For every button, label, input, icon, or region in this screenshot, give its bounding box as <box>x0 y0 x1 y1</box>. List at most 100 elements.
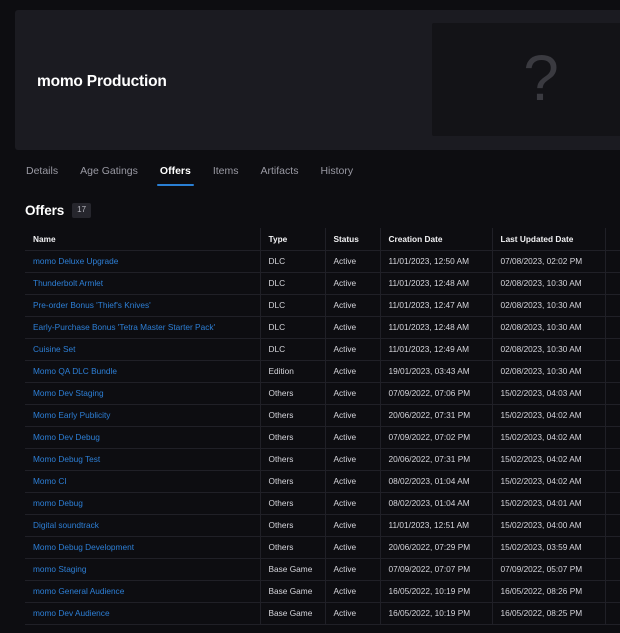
cell-updated: 02/08/2023, 10:30 AM <box>492 294 606 317</box>
cell-created: 11/01/2023, 12:50 AM <box>380 250 493 273</box>
table-row: Momo QA DLC Bundle Edition Active 19/01/202… <box>25 360 620 383</box>
offer-name-link[interactable]: Pre-order Bonus 'Thief's Knives' <box>25 294 261 317</box>
offer-name-link[interactable]: Momo CI <box>25 470 261 493</box>
cell-updated: 02/08/2023, 10:30 AM <box>492 316 606 339</box>
offer-name-link[interactable]: Momo Early Publicity <box>25 404 261 427</box>
cell-type: Others <box>260 382 326 405</box>
cell-updated: 02/08/2023, 10:30 AM <box>492 360 606 383</box>
cell-created: 11/01/2023, 12:51 AM <box>380 514 493 537</box>
cell-status: Active <box>325 382 381 405</box>
cell-type: Others <box>260 470 326 493</box>
offer-name-link[interactable]: momo Staging <box>25 558 261 581</box>
cell-status: Active <box>325 250 381 273</box>
cell-status: Active <box>325 580 381 603</box>
cell-updated: 02/08/2023, 10:30 AM <box>492 272 606 295</box>
cell-overflow <box>605 382 620 405</box>
cell-created: 07/09/2022, 07:07 PM <box>380 558 493 581</box>
tab-offers[interactable]: Offers <box>149 160 202 186</box>
cell-type: Base Game <box>260 558 326 581</box>
cell-type: DLC <box>260 316 326 339</box>
cell-overflow <box>605 448 620 471</box>
offer-name-link[interactable]: Thunderbolt Armlet <box>25 272 261 295</box>
table-header-row: Name Type Status Creation Date Last Updated … <box>25 228 620 251</box>
offer-name-link[interactable]: Momo Debug Test <box>25 448 261 471</box>
cell-updated: 16/05/2022, 08:26 PM <box>492 580 606 603</box>
offer-name-link[interactable]: Momo Debug Development <box>25 536 261 559</box>
offer-name-link[interactable]: Early-Purchase Bonus 'Tetra Master Start… <box>25 316 261 339</box>
cell-updated: 15/02/2023, 04:02 AM <box>492 426 606 449</box>
cell-overflow <box>605 470 620 493</box>
offer-name-link[interactable]: momo Debug <box>25 492 261 515</box>
offer-name-link[interactable]: momo Dev Audience <box>25 602 261 625</box>
cell-created: 20/06/2022, 07:29 PM <box>380 536 493 559</box>
cell-overflow <box>605 360 620 383</box>
cell-overflow <box>605 558 620 581</box>
tab-artifacts[interactable]: Artifacts <box>250 160 310 186</box>
table-row: Momo Early Publicity Others Active 20/06/20… <box>25 404 620 427</box>
cell-created: 11/01/2023, 12:48 AM <box>380 316 493 339</box>
column-header-name[interactable]: Name <box>25 228 261 251</box>
column-header-creation-date[interactable]: Creation Date <box>380 228 493 251</box>
cell-status: Active <box>325 514 381 537</box>
cell-type: Others <box>260 426 326 449</box>
cell-status: Active <box>325 316 381 339</box>
offers-section-header: Offers 17 <box>25 203 92 218</box>
cell-updated: 15/02/2023, 04:00 AM <box>492 514 606 537</box>
offer-name-link[interactable]: Digital soundtrack <box>25 514 261 537</box>
column-header-type[interactable]: Type <box>260 228 326 251</box>
cell-type: Others <box>260 404 326 427</box>
cell-updated: 15/02/2023, 03:59 AM <box>492 536 606 559</box>
offer-name-link[interactable]: Momo QA DLC Bundle <box>25 360 261 383</box>
cell-created: 16/05/2022, 10:19 PM <box>380 602 493 625</box>
tab-bar: Details Age Gatings Offers Items Artifacts Hi… <box>15 160 364 188</box>
cell-type: Others <box>260 514 326 537</box>
cell-updated: 15/02/2023, 04:01 AM <box>492 492 606 515</box>
cell-type: Others <box>260 492 326 515</box>
table-row: Digital soundtrack Others Active 11/01/2023… <box>25 514 620 537</box>
cell-status: Active <box>325 426 381 449</box>
tab-items[interactable]: Items <box>202 160 250 186</box>
column-header-last-updated-date[interactable]: Last Updated Date <box>492 228 606 251</box>
offer-name-link[interactable]: Cuisine Set <box>25 338 261 361</box>
cell-updated: 15/02/2023, 04:03 AM <box>492 382 606 405</box>
cell-status: Active <box>325 272 381 295</box>
cell-overflow <box>605 492 620 515</box>
table-row: Momo Dev Staging Others Active 07/09/2022, … <box>25 382 620 405</box>
tab-history[interactable]: History <box>309 160 364 186</box>
offers-table-head: Name Type Status Creation Date Last Updated … <box>25 228 620 251</box>
column-header-overflow <box>605 228 620 251</box>
question-mark-icon: ? <box>523 41 559 114</box>
offer-name-link[interactable]: momo Deluxe Upgrade <box>25 250 261 273</box>
offer-name-link[interactable]: momo General Audience <box>25 580 261 603</box>
cell-created: 20/06/2022, 07:31 PM <box>380 404 493 427</box>
cell-status: Active <box>325 294 381 317</box>
cell-overflow <box>605 426 620 449</box>
cell-overflow <box>605 294 620 317</box>
cell-type: Base Game <box>260 602 326 625</box>
offers-table-body: momo Deluxe Upgrade DLC Active 11/01/2023, … <box>25 250 620 625</box>
cell-type: Edition <box>260 360 326 383</box>
cell-updated: 15/02/2023, 04:02 AM <box>492 404 606 427</box>
table-row: Thunderbolt Armlet DLC Active 11/01/2023, 1… <box>25 272 620 295</box>
cell-overflow <box>605 602 620 625</box>
table-row: Cuisine Set DLC Active 11/01/2023, 12:49 AM… <box>25 338 620 361</box>
table-row: Momo Debug Test Others Active 20/06/2022, 0… <box>25 448 620 471</box>
offers-table: Name Type Status Creation Date Last Updated … <box>25 228 620 625</box>
cell-updated: 07/09/2022, 05:07 PM <box>492 558 606 581</box>
offer-name-link[interactable]: Momo Dev Staging <box>25 382 261 405</box>
table-row: momo Dev Audience Base Game Active 16/05/20… <box>25 602 620 625</box>
cell-overflow <box>605 404 620 427</box>
table-row: Early-Purchase Bonus 'Tetra Master Start… <box>25 316 620 339</box>
cell-overflow <box>605 580 620 603</box>
offer-name-link[interactable]: Momo Dev Debug <box>25 426 261 449</box>
cell-updated: 15/02/2023, 04:02 AM <box>492 470 606 493</box>
cell-created: 19/01/2023, 03:43 AM <box>380 360 493 383</box>
cell-type: Base Game <box>260 580 326 603</box>
cell-status: Active <box>325 338 381 361</box>
cell-updated: 15/02/2023, 04:02 AM <box>492 448 606 471</box>
cell-type: Others <box>260 448 326 471</box>
column-header-status[interactable]: Status <box>325 228 381 251</box>
cell-created: 08/02/2023, 01:04 AM <box>380 470 493 493</box>
tab-age-gatings[interactable]: Age Gatings <box>69 160 149 186</box>
tab-details[interactable]: Details <box>15 160 69 186</box>
